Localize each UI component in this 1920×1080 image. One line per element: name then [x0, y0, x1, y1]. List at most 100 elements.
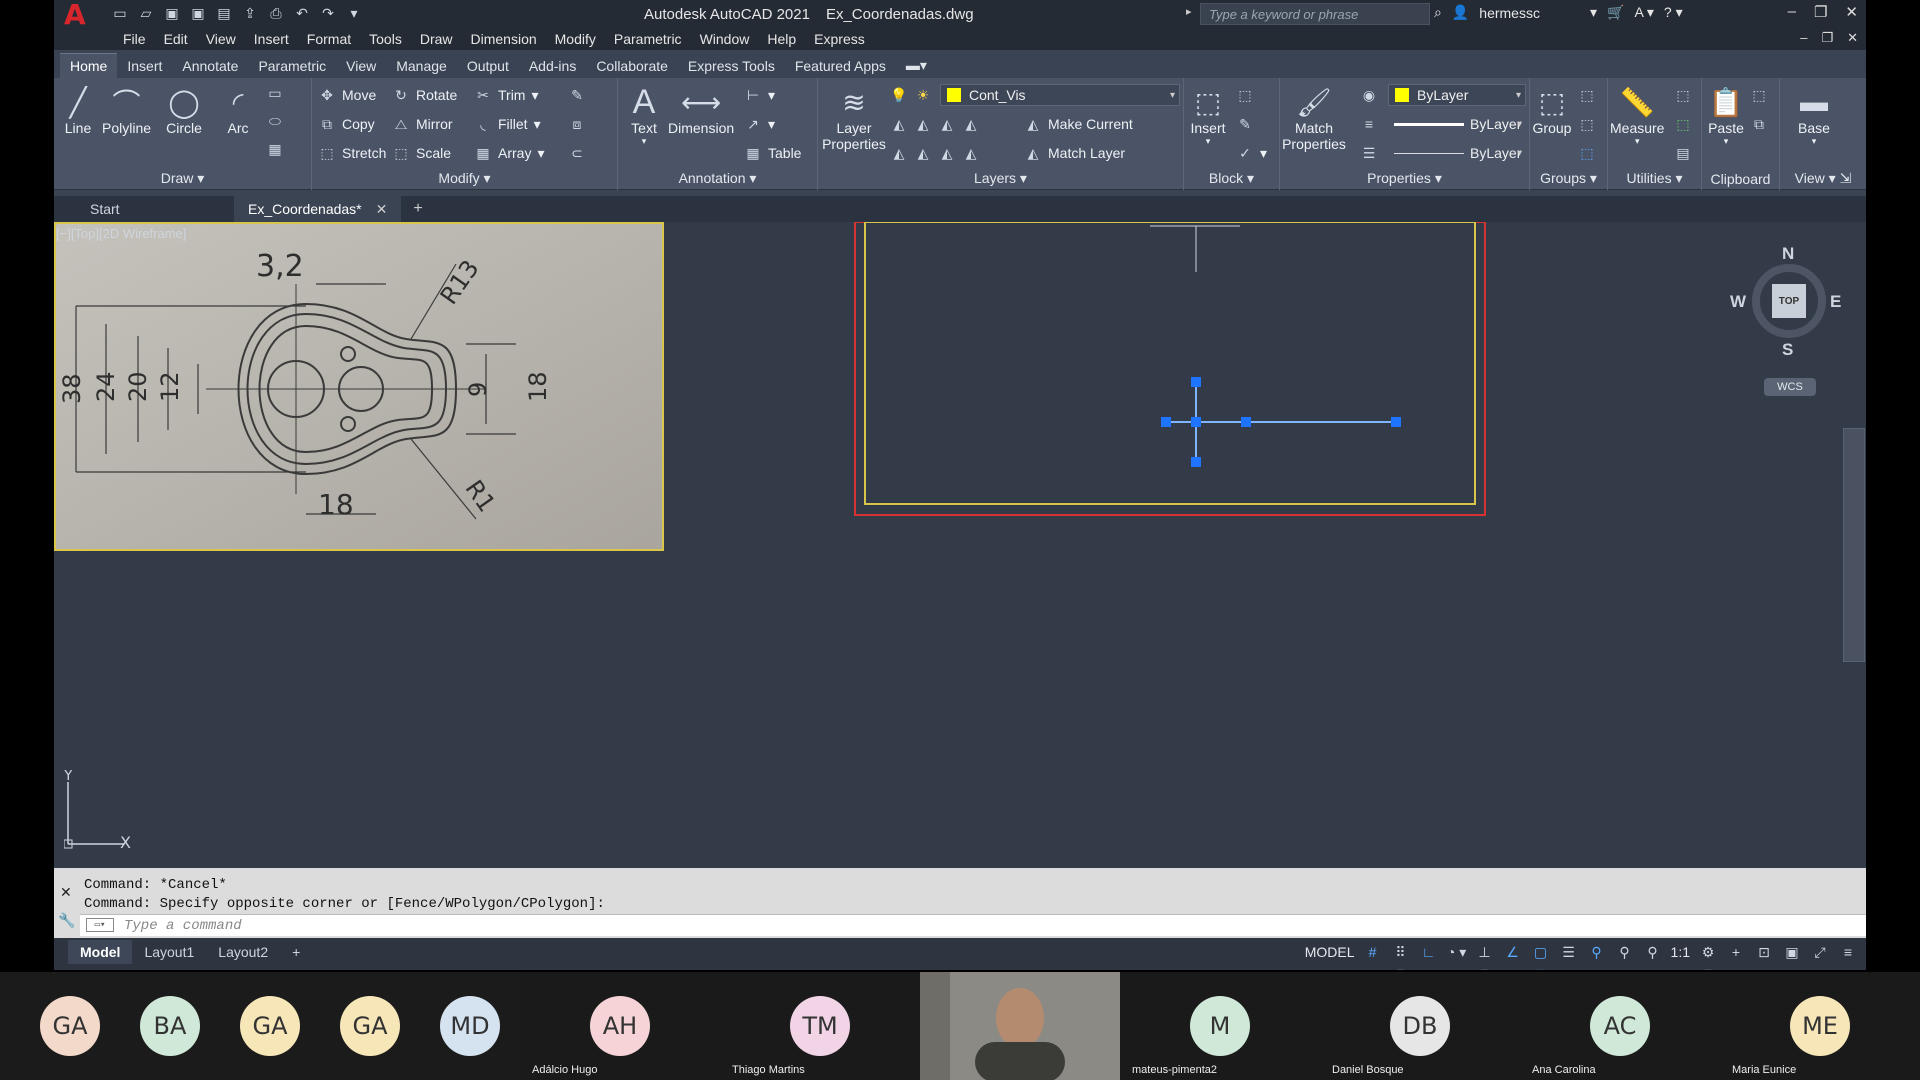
group-button[interactable]: ⬚ Group	[1532, 84, 1572, 137]
autocad-logo-icon[interactable]: A	[64, 1, 92, 29]
edit-block-button[interactable]: ✎	[1236, 115, 1254, 133]
stretch-button[interactable]: ⬚ Stretch	[318, 144, 386, 162]
tab-express-tools[interactable]: Express Tools	[678, 54, 785, 78]
user-dropdown-icon[interactable]: ▾	[1590, 4, 1597, 21]
text-button[interactable]: A Text ▾	[624, 83, 664, 147]
help-search-input[interactable]: Type a keyword or phrase	[1200, 3, 1430, 25]
open-web-icon[interactable]: ▤	[214, 4, 234, 22]
utilities-panel-title[interactable]: Utilities ▾	[1608, 170, 1701, 187]
grip-right[interactable]	[1391, 417, 1401, 427]
modify-panel-title[interactable]: Modify ▾	[312, 170, 617, 187]
layer-properties-button[interactable]: ≋ Layer Properties	[822, 84, 886, 153]
tab-insert[interactable]: Insert	[117, 54, 172, 78]
wcs-menu[interactable]: WCS	[1764, 378, 1816, 396]
doc-minimize-icon[interactable]: –	[1800, 30, 1807, 46]
color-dropdown[interactable]: ByLayer ▾	[1388, 84, 1526, 106]
minimize-icon[interactable]: –	[1788, 3, 1796, 21]
measure-button[interactable]: 📏 Measure ▾	[1610, 84, 1664, 147]
open-file-icon[interactable]: ▱	[136, 4, 156, 22]
draw-panel-title[interactable]: Draw ▾	[54, 170, 311, 187]
tab-manage[interactable]: Manage	[386, 54, 457, 78]
block-panel-title[interactable]: Block ▾	[1184, 170, 1279, 187]
drawing-canvas[interactable]: 3,2 R13 38 24 20 12 9 18 18 R1 [−][Top][…	[54, 222, 1866, 868]
close-icon[interactable]: ✕	[1845, 3, 1858, 21]
polyline-button[interactable]: ⌒ Polyline	[102, 84, 151, 136]
menu-parametric[interactable]: Parametric	[605, 31, 691, 47]
menu-draw[interactable]: Draw	[411, 31, 462, 47]
rectangle-button[interactable]: ▭	[266, 84, 284, 102]
close-icon[interactable]: ✕	[60, 884, 72, 901]
participant-tile[interactable]: AH Adálcio Hugo	[520, 972, 720, 1080]
add-layout-icon[interactable]: +	[280, 940, 312, 964]
tab-start[interactable]: Start	[54, 196, 234, 222]
participant-avatar[interactable]: GA	[240, 996, 300, 1056]
ungroup-button[interactable]: ⬚	[1578, 86, 1596, 104]
cart-icon[interactable]: 🛒	[1607, 4, 1624, 21]
save-as-icon[interactable]: ▣	[188, 4, 208, 22]
clipboard-panel-title[interactable]: Clipboard	[1702, 171, 1779, 187]
auto-scale-icon[interactable]: ⚲	[1615, 942, 1635, 962]
quick-select-button[interactable]: ⬚	[1674, 86, 1692, 104]
tab-ex-coordenadas[interactable]: Ex_Coordenadas* ✕	[234, 196, 402, 222]
compass-north[interactable]: N	[1782, 244, 1794, 264]
ortho-icon[interactable]: ∟	[1419, 942, 1439, 962]
annotation-scale-value[interactable]: 1:1	[1671, 944, 1690, 960]
base-view-button[interactable]: ▬ Base ▾	[1794, 84, 1834, 147]
insert-block-button[interactable]: ⬚ Insert ▾	[1188, 84, 1228, 147]
move-button[interactable]: ✥ Move	[318, 86, 376, 104]
mirror-button[interactable]: ⧍ Mirror	[392, 115, 452, 133]
tab-add-ins[interactable]: Add-ins	[519, 54, 586, 78]
tab-parametric[interactable]: Parametric	[248, 54, 336, 78]
viewcube-top-face[interactable]: TOP	[1772, 284, 1806, 318]
paste-button[interactable]: 📋 Paste ▾	[1706, 84, 1746, 147]
hatch-button[interactable]: ▦	[266, 140, 284, 158]
layer-dropdown[interactable]: Cont_Vis ▾	[940, 84, 1180, 106]
participant-avatar[interactable]: GA	[340, 996, 400, 1056]
customize-qat-icon[interactable]: ▾	[344, 4, 364, 22]
grip-center[interactable]	[1191, 417, 1201, 427]
menu-express[interactable]: Express	[805, 31, 874, 47]
annotation-visibility-icon[interactable]: ⚲	[1587, 942, 1607, 962]
circle-button[interactable]: ◯ Circle	[164, 84, 204, 137]
redo-icon[interactable]: ↷	[318, 4, 338, 22]
layers-panel-title[interactable]: Layers ▾	[818, 170, 1183, 187]
menu-window[interactable]: Window	[691, 31, 759, 47]
undo-icon[interactable]: ↶	[292, 4, 312, 22]
isolate-objects-icon[interactable]: ⊡	[1754, 942, 1774, 962]
cut-button[interactable]: ⬚	[1750, 86, 1768, 104]
trim-button[interactable]: ✂ Trim ▾	[474, 86, 538, 104]
participant-tile[interactable]: ME Maria Eunice	[1720, 972, 1920, 1080]
participant-avatar[interactable]: GA	[40, 996, 100, 1056]
grip-top[interactable]	[1191, 377, 1201, 387]
tab-view[interactable]: View	[336, 54, 386, 78]
new-file-icon[interactable]: ▭	[110, 4, 130, 22]
compass-south[interactable]: S	[1782, 340, 1793, 360]
recent-commands-icon[interactable]: ▭▾	[86, 918, 114, 932]
dimension-button[interactable]: ⟷ Dimension	[668, 84, 734, 137]
leader-button[interactable]: ↗ ▾	[744, 115, 775, 133]
rotate-button[interactable]: ↻ Rotate	[392, 86, 457, 104]
participant-tile[interactable]: Mmateus-pimenta2	[1120, 972, 1320, 1080]
participant-tile[interactable]: DB Daniel Bosque	[1320, 972, 1520, 1080]
viewport-controls[interactable]: [−][Top][2D Wireframe]	[56, 226, 186, 241]
copy-button[interactable]: ⧉ Copy	[318, 115, 375, 133]
menu-format[interactable]: Format	[298, 31, 360, 47]
lineweight-display-icon[interactable]: ☰	[1559, 942, 1579, 962]
tab-output[interactable]: Output	[457, 54, 519, 78]
model-space-toggle[interactable]: MODEL	[1305, 944, 1355, 960]
polar-icon[interactable]: ◔ ▾	[1447, 942, 1467, 962]
annotation-scale-icon[interactable]: ⚲	[1643, 942, 1663, 962]
help-icon[interactable]: ? ▾	[1664, 4, 1683, 21]
plus-icon[interactable]: +	[1726, 942, 1746, 962]
tab-layout1[interactable]: Layout1	[132, 940, 206, 964]
compass-west[interactable]: W	[1730, 292, 1746, 312]
reference-image[interactable]: 3,2 R13 38 24 20 12 9 18 18 R1	[54, 222, 664, 551]
annotation-panel-title[interactable]: Annotation ▾	[618, 170, 817, 187]
tab-home[interactable]: Home	[60, 53, 118, 78]
participant-tile[interactable]: AC Ana Carolina	[1520, 972, 1720, 1080]
tab-collaborate[interactable]: Collaborate	[586, 54, 678, 78]
menu-edit[interactable]: Edit	[155, 31, 197, 47]
select-all-button[interactable]: ⬚	[1674, 115, 1692, 133]
print-icon[interactable]: ⎙	[266, 4, 286, 22]
grip-mid[interactable]	[1241, 417, 1251, 427]
